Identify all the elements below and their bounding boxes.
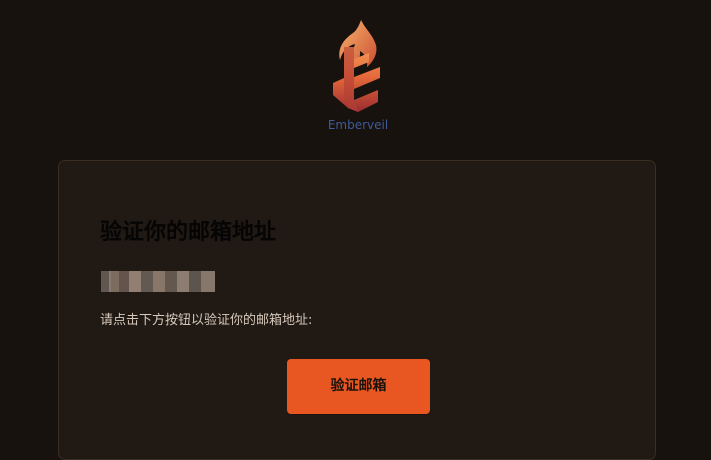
verification-instruction: 请点击下方按钮以验证你的邮箱地址: — [100, 313, 313, 328]
verification-card: 验证你的邮箱地址 请点击下方按钮以验证你的邮箱地址: 验证邮箱 — [58, 160, 656, 460]
email-header: Emberveil — [0, 0, 711, 140]
brand-name: Emberveil — [327, 118, 389, 132]
verify-email-button[interactable]: 验证邮箱 — [287, 359, 430, 414]
emberveil-logo — [330, 20, 386, 116]
blurred-recipient-name — [101, 271, 215, 292]
email-title: 验证你的邮箱地址 — [100, 220, 277, 245]
flame-logo-icon — [333, 20, 380, 112]
